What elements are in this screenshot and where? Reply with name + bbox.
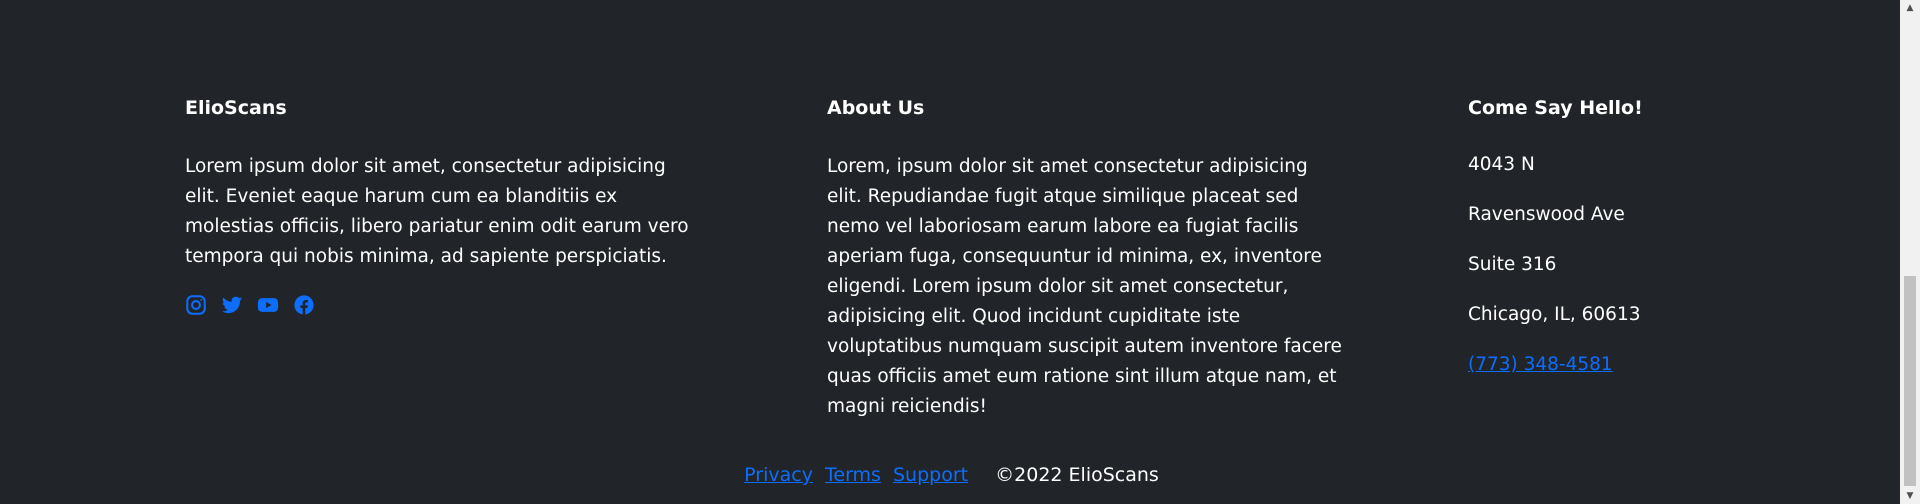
about-title: About Us (827, 97, 925, 119)
terms-link[interactable]: Terms (825, 464, 881, 486)
phone-link[interactable]: (773) 348-4581 (1468, 352, 1613, 378)
privacy-link[interactable]: Privacy (744, 464, 813, 486)
site-footer: ElioScans Lorem ipsum dolor sit amet, co… (0, 0, 1900, 504)
brand-description: Lorem ipsum dolor sit amet, consectetur … (185, 156, 689, 267)
copyright-text: ©2022 ElioScans (995, 464, 1159, 486)
contact-title: Come Say Hello! (1468, 97, 1643, 119)
address-line-3: Suite 316 (1468, 254, 1557, 275)
instagram-icon[interactable] (185, 294, 207, 316)
address-line-1: 4043 N (1468, 154, 1535, 175)
social-links (185, 294, 315, 316)
facebook-icon[interactable] (293, 294, 315, 316)
footer-bottom-bar: Privacy Terms Support ©2022 ElioScans (0, 462, 1900, 488)
youtube-icon[interactable] (257, 294, 279, 316)
address-line-4: Chicago, IL, 60613 (1468, 304, 1641, 325)
vertical-scrollbar[interactable]: ▲ ▼ (1900, 0, 1920, 504)
support-link[interactable]: Support (893, 464, 968, 486)
scrollbar-thumb[interactable] (1904, 276, 1916, 486)
twitter-icon[interactable] (221, 294, 243, 316)
brand-title: ElioScans (185, 97, 287, 119)
about-description: Lorem, ipsum dolor sit amet consectetur … (827, 156, 1342, 417)
address-line-2: Ravenswood Ave (1468, 204, 1625, 225)
scroll-up-arrow-icon[interactable]: ▲ (1900, 0, 1920, 16)
scroll-down-arrow-icon[interactable]: ▼ (1900, 488, 1920, 504)
